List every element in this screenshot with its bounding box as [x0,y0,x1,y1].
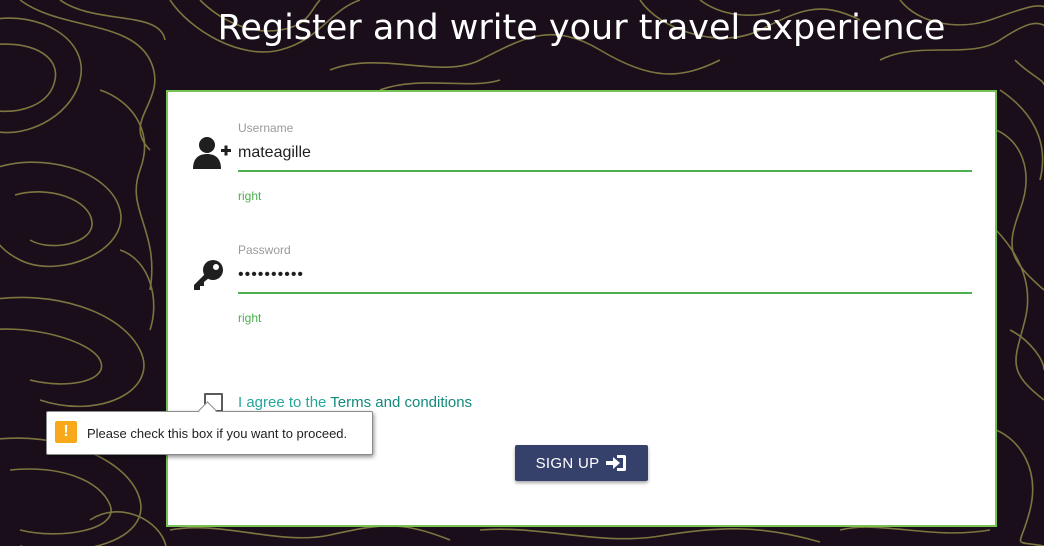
password-input[interactable]: •••••••••• [238,262,972,294]
terms-link[interactable]: Terms and conditions [330,394,472,411]
terms-prefix-text: I agree to the [238,394,331,411]
terms-agreement: I agree to the Terms and conditions [238,394,472,411]
page-title: Register and write your travel experienc… [217,8,946,48]
password-helper-text: right [238,311,262,325]
sign-up-button[interactable]: SIGN UP [515,445,648,481]
username-input[interactable]: mateagille [238,140,972,172]
sign-up-label: SIGN UP [535,454,600,472]
validation-tooltip: ! Please check this box if you want to p… [46,401,373,455]
sign-in-icon [606,455,627,471]
username-helper-text: right [238,189,262,203]
key-icon [192,258,226,297]
warning-icon: ! [55,421,77,443]
validation-message: Please check this box if you want to pro… [87,426,348,441]
password-label: Password [238,243,291,257]
username-label: Username [238,121,294,135]
user-plus-icon [192,136,232,175]
registration-card: Username mateagille right Password •••••… [166,90,997,527]
